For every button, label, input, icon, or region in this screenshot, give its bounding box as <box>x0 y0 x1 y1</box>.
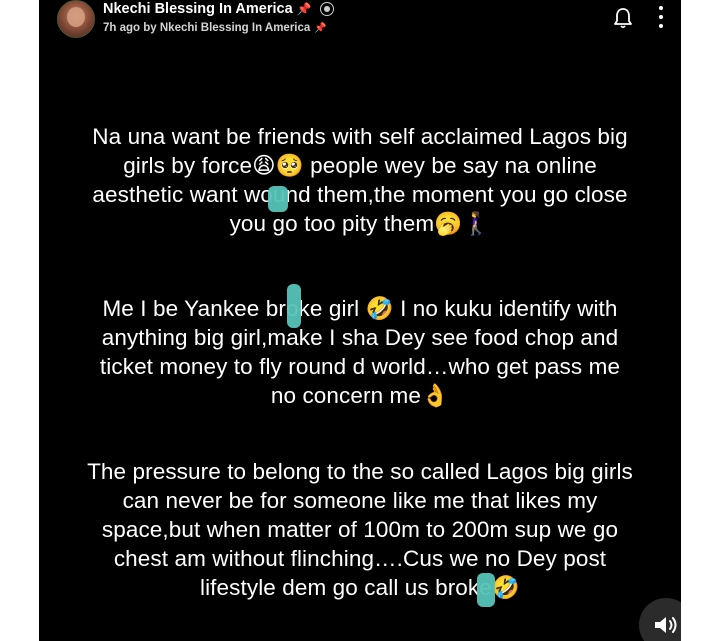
story-line: aesthetic want wound them,the moment you… <box>92 182 628 207</box>
story-line: you go too pity them🥱🚶‍♀️ <box>229 211 491 236</box>
story-paragraph-3: The pressure to belong to the so called … <box>39 457 681 602</box>
story-line: space,but when matter of 100m to 200m su… <box>101 517 619 542</box>
post-meta: 7h ago by Nkechi Blessing In America 📌 <box>103 20 327 36</box>
redaction-blob <box>268 186 288 212</box>
story-line: ticket money to fly round d world…who ge… <box>99 354 621 379</box>
story-line: no concern me👌 <box>270 383 450 408</box>
story-line: can never be for someone like me that li… <box>122 488 598 513</box>
post-subtitle: 7h ago by Nkechi Blessing In America <box>103 22 311 34</box>
redaction-blob <box>287 284 301 328</box>
story-paragraph-2: Me I be Yankee broke girl 🤣 I no kuku id… <box>39 294 681 410</box>
bell-icon[interactable] <box>613 7 633 29</box>
verified-badge-icon <box>319 2 334 16</box>
story-line: lifestyle dem go call us broke🤣 <box>199 575 520 600</box>
story-header: Nkechi Blessing In America 📌 7h ago by N… <box>39 0 681 46</box>
more-vertical-icon[interactable] <box>651 6 671 28</box>
redaction-blob <box>477 573 495 607</box>
sound-toggle-button[interactable] <box>639 598 681 641</box>
story-view: Nkechi Blessing In America 📌 7h ago by N… <box>39 0 681 641</box>
author-name[interactable]: Nkechi Blessing In America <box>103 1 293 17</box>
pushpin-icon: 📌 <box>296 2 312 16</box>
story-line: The pressure to belong to the so called … <box>87 459 633 484</box>
story-paragraph-1: Na una want be friends with self acclaim… <box>39 122 681 238</box>
story-line: chest am without flinching….Cus we no De… <box>113 546 607 571</box>
speaker-icon <box>655 617 677 633</box>
story-line: Na una want be friends with self acclaim… <box>92 124 628 149</box>
pushpin-icon: 📌 <box>314 22 327 34</box>
story-line: girls by force😩🥺 people wey be say na on… <box>123 153 597 178</box>
avatar[interactable] <box>57 0 95 38</box>
author-row[interactable]: Nkechi Blessing In America 📌 <box>103 0 334 19</box>
story-line: anything big girl,make I sha Dey see foo… <box>101 325 619 350</box>
story-line: Me I be Yankee broke girl 🤣 I no kuku id… <box>102 296 618 321</box>
